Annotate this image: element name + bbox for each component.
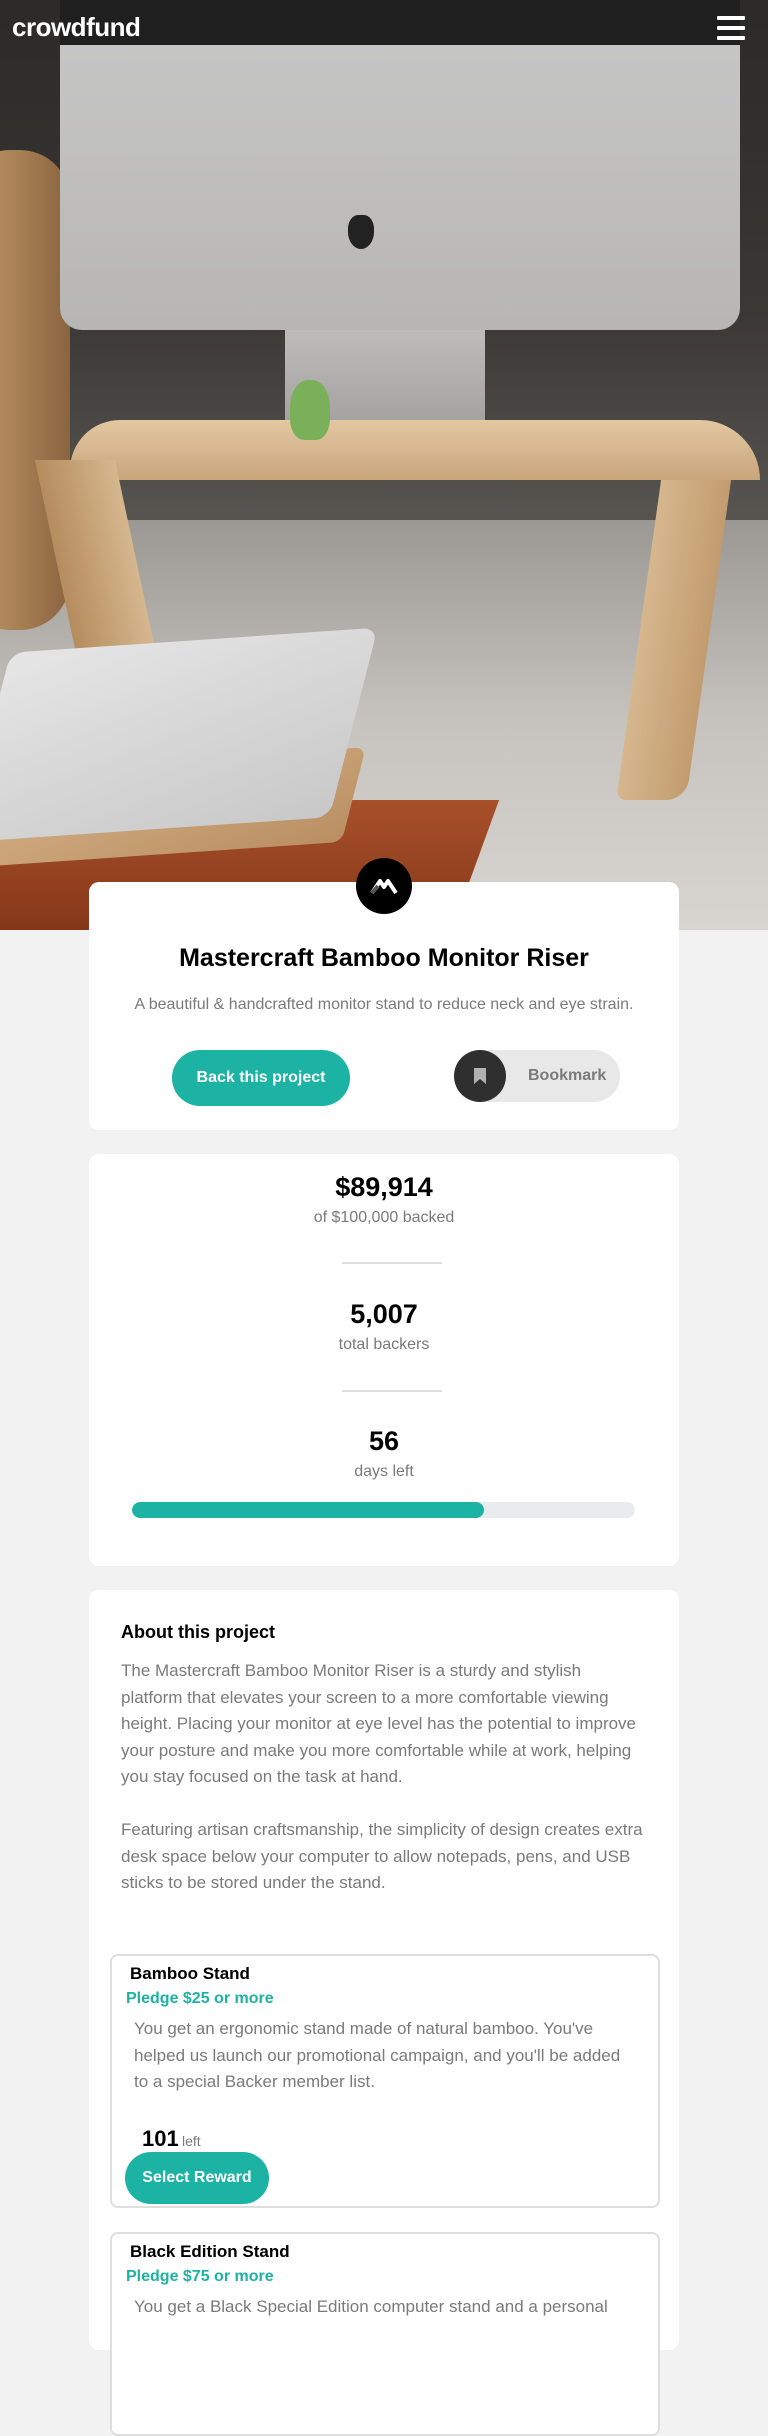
project-intro-card: Mastercraft Bamboo Monitor Riser A beaut… [89,882,679,1130]
bookmark-icon [454,1050,506,1102]
crowdfund-logo[interactable]: crowdfund [12,12,141,43]
stats-card: $89,914 of $100,000 backed 5,007 total b… [89,1154,679,1566]
funding-progress-fill [132,1502,485,1518]
days-label: days left [354,1463,414,1480]
stat-backed: $89,914 of $100,000 backed [89,1172,679,1227]
funding-progress-bar [132,1502,635,1518]
backers-label: total backers [338,1336,430,1353]
project-title: Mastercraft Bamboo Monitor Riser [179,944,589,972]
reward-card-black-edition: Black Edition Stand Pledge $75 or more Y… [110,2232,660,2436]
about-paragraph: The Mastercraft Bamboo Monitor Riser is … [121,1661,637,1786]
stat-divider [342,1390,442,1392]
backers-count: 5,007 [350,1299,418,1329]
reward-pledge: Pledge $75 or more [126,2268,274,2285]
backed-amount: $89,914 [335,1172,433,1202]
reward-description: You get a Black Special Edition computer… [134,2297,608,2316]
about-paragraph: Featuring artisan craftsmanship, the sim… [121,1820,643,1892]
days-count: 56 [368,1426,400,1456]
reward-left-label: left [182,2133,201,2149]
top-bar: crowdfund [0,0,768,60]
backed-label: of $100,000 backed [313,1209,455,1226]
select-reward-button[interactable]: Select Reward [125,2152,269,2204]
reward-count: 101 [142,2126,179,2151]
mastercraft-logo-icon [356,858,412,914]
reward-pledge: Pledge $25 or more [126,1990,274,2007]
bookmark-label: Bookmark [528,1067,607,1084]
about-card: About this project The Mastercraft Bambo… [89,1590,679,2436]
reward-name: Bamboo Stand [130,1964,250,1983]
stat-days: 56 days left [89,1426,679,1481]
stat-divider [342,1262,442,1264]
reward-description: You get an ergonomic stand made of natur… [134,2019,621,2091]
hamburger-icon[interactable] [717,16,745,40]
stat-backers: 5,007 total backers [89,1299,679,1354]
bookmark-button[interactable]: Bookmark [454,1050,620,1102]
hero-image [0,0,768,930]
project-subtitle: A beautiful & handcrafted monitor stand … [134,996,634,1013]
about-title: About this project [121,1622,275,1642]
reward-card-bamboo: Bamboo Stand Pledge $25 or more You get … [110,1954,660,2208]
back-project-button[interactable]: Back this project [172,1050,350,1106]
reward-name: Black Edition Stand [130,2242,290,2261]
